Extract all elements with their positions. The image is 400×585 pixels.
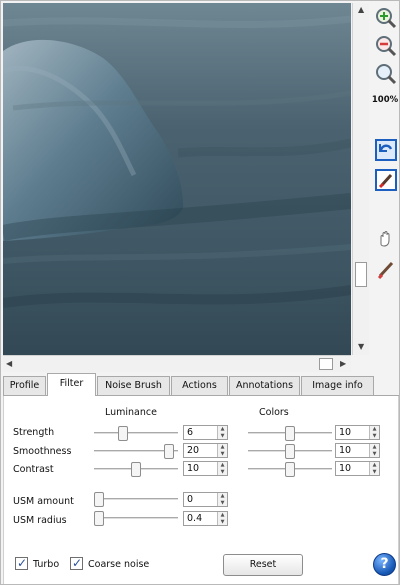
strength-colors-slider[interactable] [248,426,332,441]
noise-filter-window: ▲ ▼ ◀ ▶ 100% Profile Filter Noise Brush … [0,0,400,585]
tab-noise-brush[interactable]: Noise Brush [97,376,170,395]
smoothness-luminance-value: 20 [187,445,200,456]
spin-down-icon[interactable]: ▼ [218,451,227,457]
zoom-fit-icon[interactable] [373,61,398,86]
zoom-out-icon[interactable] [373,33,398,58]
contrast-label: Contrast [13,464,54,475]
contrast-colors-slider[interactable] [248,462,332,477]
tab-filter[interactable]: Filter [47,373,96,396]
spin-up-icon[interactable]: ▲ [218,462,227,468]
spin-buttons[interactable]: ▲ ▼ [369,444,379,457]
slider-thumb[interactable] [285,444,295,459]
strength-label: Strength [13,427,55,438]
horizontal-scroll-thumb[interactable] [319,358,334,370]
usm-amount-slider[interactable] [94,492,178,507]
strength-colors-input[interactable]: 10 ▲ ▼ [335,425,380,440]
help-icon[interactable]: ? [373,553,396,576]
checkmark-icon: ✓ [72,556,83,570]
turbo-label: Turbo [33,559,60,570]
brush-tool-icon[interactable] [373,167,398,192]
spin-buttons[interactable]: ▲ ▼ [369,426,379,439]
usm-radius-input[interactable]: 0.4 ▲ ▼ [183,511,228,526]
spin-down-icon[interactable]: ▼ [218,433,227,439]
smoothness-colors-slider[interactable] [248,444,332,459]
scroll-right-icon[interactable]: ▶ [340,359,346,369]
toolbar: 100% [371,3,399,283]
tab-profile[interactable]: Profile [3,376,46,395]
scroll-down-icon[interactable]: ▼ [358,342,364,352]
checkmark-icon: ✓ [17,556,28,570]
slider-thumb[interactable] [285,462,295,477]
spin-down-icon[interactable]: ▼ [370,433,379,439]
usm-amount-label: USM amount [13,496,74,507]
turbo-checkbox[interactable]: ✓ [15,556,28,570]
tab-actions[interactable]: Actions [171,376,228,395]
strength-luminance-slider[interactable] [94,426,178,441]
spin-buttons[interactable]: ▲ ▼ [369,462,379,475]
contrast-luminance-slider[interactable] [94,462,178,477]
hand-icon[interactable] [373,225,398,250]
smoothness-luminance-input[interactable]: 20 ▲ ▼ [183,443,228,458]
spin-buttons[interactable]: ▲ ▼ [217,444,227,457]
filter-panel: Luminance Colors Strength Smoothness Con… [3,396,399,584]
luminance-header: Luminance [105,407,157,418]
strength-colors-value: 10 [339,427,352,438]
contrast-luminance-input[interactable]: 10 ▲ ▼ [183,461,228,476]
scroll-left-icon[interactable]: ◀ [6,359,12,369]
smoothness-colors-value: 10 [339,445,352,456]
contrast-colors-input[interactable]: 10 ▲ ▼ [335,461,380,476]
slider-thumb[interactable] [94,511,104,526]
spin-down-icon[interactable]: ▼ [218,519,227,525]
tab-bar: Profile Filter Noise Brush Actions Annot… [3,373,399,396]
vertical-scrollbar[interactable]: ▲ ▼ [352,3,369,355]
slider-thumb[interactable] [131,462,141,477]
colors-header: Colors [259,407,289,418]
smoothness-colors-input[interactable]: 10 ▲ ▼ [335,443,380,458]
spin-down-icon[interactable]: ▼ [370,451,379,457]
tab-annotations[interactable]: Annotations [229,376,300,395]
spin-up-icon[interactable]: ▲ [218,444,227,450]
spin-up-icon[interactable]: ▲ [370,462,379,468]
slider-thumb[interactable] [164,444,175,459]
spin-up-icon[interactable]: ▲ [218,493,227,499]
tab-image-info[interactable]: Image info [301,376,374,395]
usm-amount-value: 0 [187,494,194,505]
strength-luminance-input[interactable]: 6 ▲ ▼ [183,425,228,440]
spin-down-icon[interactable]: ▼ [218,500,227,506]
strength-luminance-value: 6 [187,427,194,438]
spin-down-icon[interactable]: ▼ [218,469,227,475]
reset-button[interactable]: Reset [223,554,303,576]
spin-buttons[interactable]: ▲ ▼ [217,512,227,525]
spin-up-icon[interactable]: ▲ [370,444,379,450]
spin-up-icon[interactable]: ▲ [218,512,227,518]
contrast-colors-value: 10 [339,463,352,474]
spin-up-icon[interactable]: ▲ [370,426,379,432]
scroll-up-icon[interactable]: ▲ [358,5,364,15]
vertical-scroll-thumb[interactable] [355,261,367,287]
spin-down-icon[interactable]: ▼ [370,469,379,475]
slider-thumb[interactable] [94,492,104,507]
contrast-luminance-value: 10 [187,463,200,474]
usm-radius-slider[interactable] [94,511,178,526]
image-preview[interactable] [3,3,351,355]
spin-up-icon[interactable]: ▲ [218,426,227,432]
slider-thumb[interactable] [285,426,295,441]
coarse-noise-label: Coarse noise [88,559,150,570]
usm-radius-label: USM radius [13,515,67,526]
zoom-in-icon[interactable] [373,5,398,30]
undo-icon[interactable] [373,137,398,162]
spin-buttons[interactable]: ▲ ▼ [217,462,227,475]
usm-radius-value: 0.4 [187,513,203,524]
preview-image [3,3,351,355]
smoothness-label: Smoothness [13,446,72,457]
zoom-level: 100% [371,95,399,105]
horizontal-scrollbar[interactable]: ◀ ▶ [3,355,351,372]
coarse-noise-checkbox[interactable]: ✓ [70,556,83,570]
slider-thumb[interactable] [118,426,129,441]
usm-amount-input[interactable]: 0 ▲ ▼ [183,492,228,507]
spin-buttons[interactable]: ▲ ▼ [217,493,227,506]
smoothness-luminance-slider[interactable] [94,444,178,459]
pen-icon[interactable] [373,256,398,281]
spin-buttons[interactable]: ▲ ▼ [217,426,227,439]
